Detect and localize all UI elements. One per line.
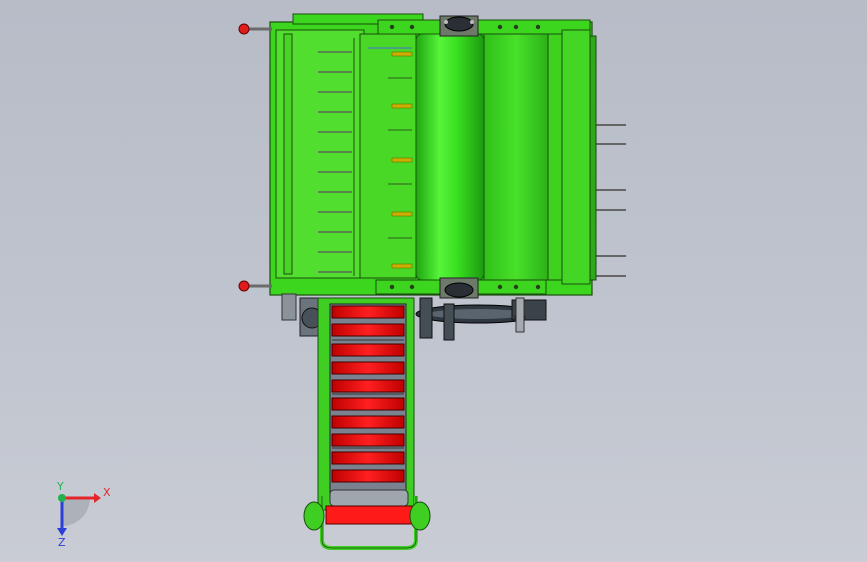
z-axis-arrow (57, 528, 67, 536)
y-axis-label: Y (56, 480, 64, 493)
machine-model[interactable] (238, 13, 626, 550)
x-axis-arrow (94, 493, 101, 503)
triad-shadow (62, 498, 90, 526)
top-bearing (439, 15, 479, 37)
top-handle[interactable] (238, 23, 272, 35)
right-wheel (409, 501, 431, 531)
x-axis-label: X (103, 486, 111, 499)
main-roller[interactable] (415, 33, 485, 281)
pulley-assembly[interactable] (415, 296, 547, 341)
feed-chamber (359, 33, 417, 279)
graphics-viewport[interactable]: X Y Z (0, 0, 867, 562)
z-axis-label: Z (58, 536, 66, 549)
right-rods (592, 124, 626, 277)
bottom-handle[interactable] (238, 280, 272, 292)
y-axis-dot (58, 494, 66, 502)
bottom-bearing (439, 277, 479, 299)
orientation-triad[interactable]: X Y Z (56, 480, 111, 549)
bottom-drum (329, 489, 409, 507)
drum-housing (483, 33, 549, 281)
left-wheel (303, 501, 325, 531)
